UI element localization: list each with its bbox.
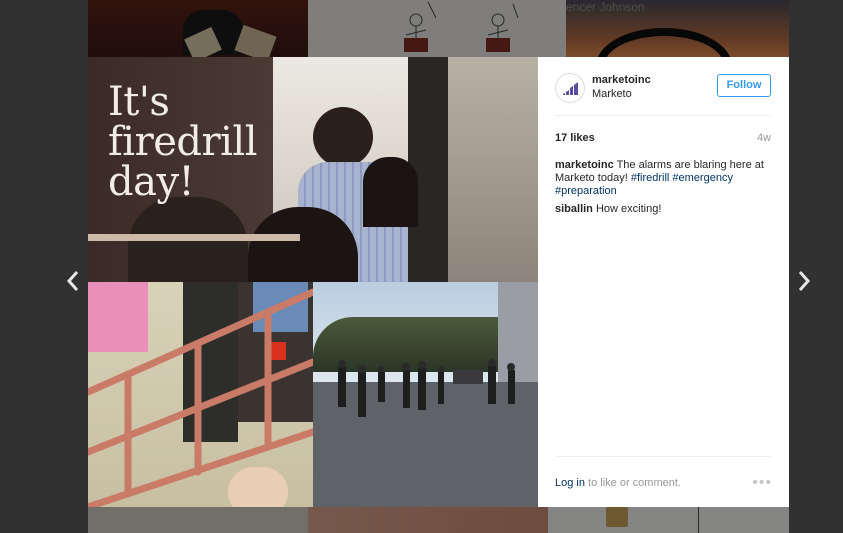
image-text-underline [88, 234, 300, 241]
comment-text: How exciting! [595, 203, 662, 215]
follow-button[interactable]: Follow [717, 74, 771, 97]
comment-username[interactable]: siballin [555, 203, 593, 215]
likes-count[interactable]: 17 likes [555, 132, 595, 144]
comment-item: siballin How exciting! [555, 203, 771, 216]
post-modal: It's firedrill day! marketoinc Marketo F… [88, 57, 789, 507]
footer-divider [555, 456, 771, 457]
login-prompt: Log in to like or comment. [555, 477, 681, 489]
image-text-line-2: firedrill [108, 119, 258, 165]
login-link[interactable]: Log in [555, 477, 585, 489]
chevron-left-icon[interactable] [64, 268, 82, 294]
hashtag-link[interactable]: #preparation [555, 185, 617, 197]
header-divider [555, 115, 771, 116]
comment-username[interactable]: marketoinc [555, 159, 614, 171]
collage-bottom-right-panel [313, 282, 538, 507]
hashtag-link[interactable]: #emergency [672, 172, 733, 184]
post-sidebar: marketoinc Marketo Follow 17 likes 4w ma… [538, 57, 789, 507]
comment-caption: marketoinc The alarms are blaring here a… [555, 159, 771, 198]
post-age[interactable]: 4w [757, 132, 771, 144]
hashtag-link[interactable]: #firedrill [631, 172, 670, 184]
people-silhouettes [338, 359, 515, 417]
collage-bottom-left-panel [88, 282, 313, 507]
image-text-line-3: day! [108, 159, 195, 205]
chevron-right-icon[interactable] [795, 268, 813, 294]
comments-list: marketoinc The alarms are blaring here a… [555, 159, 771, 221]
post-header: marketoinc Marketo Follow [555, 73, 771, 115]
post-username[interactable]: marketoinc [592, 74, 651, 86]
image-text-line-1: It's [108, 79, 170, 125]
login-suffix: to like or comment. [588, 477, 681, 489]
more-dots-icon[interactable]: ••• [752, 474, 772, 492]
image-overlay-text: It's firedrill day! [108, 82, 288, 202]
post-location[interactable]: Marketo [592, 88, 632, 100]
marketo-logo-icon[interactable] [555, 73, 585, 103]
collage-top-panel: It's firedrill day! [88, 57, 538, 282]
post-image[interactable]: It's firedrill day! [88, 57, 538, 507]
